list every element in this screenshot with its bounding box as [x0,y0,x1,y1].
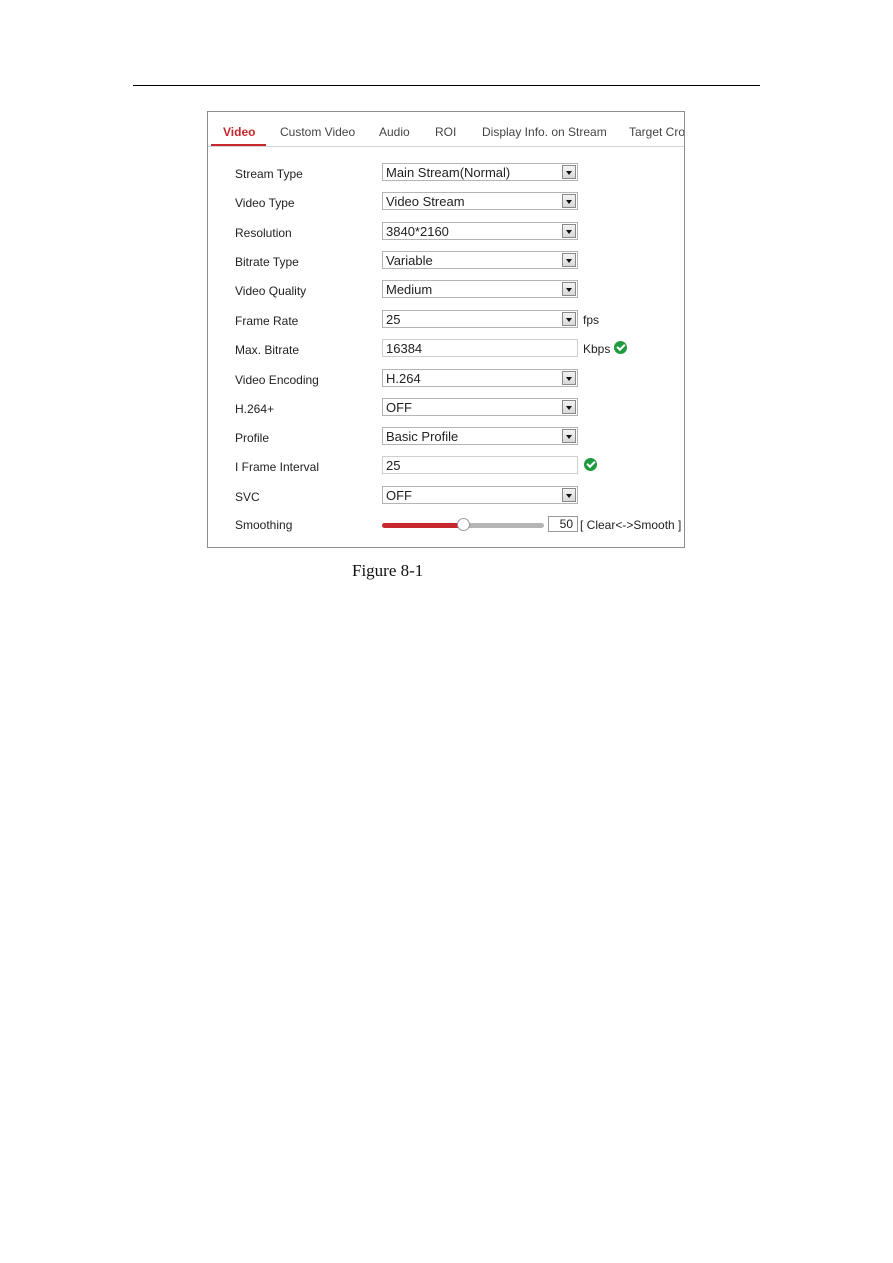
chevron-down-icon[interactable] [562,400,576,414]
chevron-down-icon[interactable] [562,282,576,296]
svc-select[interactable]: OFF [382,486,578,504]
page-header-rule [133,85,760,86]
stream-type-select[interactable]: Main Stream(Normal) [382,163,578,181]
video-quality-row: Video Quality Medium [208,280,684,302]
i-frame-interval-value: 25 [386,458,401,473]
video-type-value: Video Stream [386,194,465,209]
bitrate-type-value: Variable [386,253,433,268]
chevron-down-icon[interactable] [562,312,576,326]
max-bitrate-row: Max. Bitrate 16384 Kbps [208,339,684,361]
smoothing-slider[interactable] [382,518,544,531]
i-frame-interval-input[interactable]: 25 [382,456,578,474]
video-encoding-select[interactable]: H.264 [382,369,578,387]
smoothing-slider-fill [382,523,463,528]
frame-rate-unit: fps [583,313,600,327]
video-quality-select[interactable]: Medium [382,280,578,298]
tab-bar: Video Custom Video Audio ROI Display Inf… [208,112,684,147]
svc-value: OFF [386,488,412,503]
svc-label: SVC [235,490,260,504]
chevron-down-icon[interactable] [562,429,576,443]
check-circle-icon [614,341,627,354]
figure-caption: Figure 8-1 [352,561,424,580]
chevron-down-icon[interactable] [562,488,576,502]
video-quality-value: Medium [386,282,433,297]
chevron-down-icon[interactable] [562,253,576,267]
frame-rate-select[interactable]: 25 [382,310,578,328]
i-frame-interval-row: I Frame Interval 25 [208,456,684,478]
video-quality-label: Video Quality [235,284,307,298]
smoothing-slider-handle[interactable] [457,518,470,531]
resolution-value: 3840*2160 [386,224,449,239]
svc-row: SVC OFF [208,486,684,508]
chevron-down-icon[interactable] [562,371,576,385]
video-settings-panel: Video Custom Video Audio ROI Display Inf… [207,111,685,548]
h264-plus-label: H.264+ [235,402,275,416]
tab-target-cropping[interactable]: Target Cro [629,125,684,139]
check-circle-icon [584,458,597,471]
stream-type-value: Main Stream(Normal) [386,165,511,180]
chevron-down-icon[interactable] [562,224,576,238]
max-bitrate-unit: Kbps [583,342,611,356]
stream-type-row: Stream Type Main Stream(Normal) [208,163,684,185]
active-tab-indicator [211,144,266,146]
resolution-select[interactable]: 3840*2160 [382,222,578,240]
video-encoding-row: Video Encoding H.264 [208,369,684,391]
max-bitrate-value: 16384 [386,341,423,356]
chevron-down-icon[interactable] [562,194,576,208]
smoothing-value-input[interactable]: 50 [548,516,578,532]
smoothing-hint: [ Clear<->Smooth ] [580,518,682,532]
frame-rate-row: Frame Rate 25 fps [208,310,684,332]
video-encoding-label: Video Encoding [235,373,319,387]
frame-rate-value: 25 [386,312,401,327]
video-type-label: Video Type [235,196,295,210]
max-bitrate-input[interactable]: 16384 [382,339,578,357]
profile-select[interactable]: Basic Profile [382,427,578,445]
chevron-down-icon[interactable] [562,165,576,179]
resolution-label: Resolution [235,226,292,240]
video-encoding-value: H.264 [386,371,421,386]
tab-video[interactable]: Video [223,125,255,139]
h264-plus-row: H.264+ OFF [208,398,684,420]
smoothing-label: Smoothing [235,518,293,532]
stream-type-label: Stream Type [235,167,303,181]
profile-value: Basic Profile [386,429,459,444]
resolution-row: Resolution 3840*2160 [208,222,684,244]
profile-row: Profile Basic Profile [208,427,684,449]
bitrate-type-label: Bitrate Type [235,255,299,269]
h264-plus-select[interactable]: OFF [382,398,578,416]
frame-rate-label: Frame Rate [235,314,299,328]
i-frame-interval-label: I Frame Interval [235,460,320,474]
smoothing-row: Smoothing 50 [ Clear<->Smooth ] [208,514,684,536]
tab-display-info-on-stream[interactable]: Display Info. on Stream [482,125,607,139]
profile-label: Profile [235,431,270,445]
tab-custom-video[interactable]: Custom Video [280,125,355,139]
max-bitrate-label: Max. Bitrate [235,343,300,357]
bitrate-type-select[interactable]: Variable [382,251,578,269]
h264-plus-value: OFF [386,400,412,415]
video-type-row: Video Type Video Stream [208,192,684,214]
video-type-select[interactable]: Video Stream [382,192,578,210]
tab-roi[interactable]: ROI [435,125,456,139]
bitrate-type-row: Bitrate Type Variable [208,251,684,273]
tab-audio[interactable]: Audio [379,125,410,139]
